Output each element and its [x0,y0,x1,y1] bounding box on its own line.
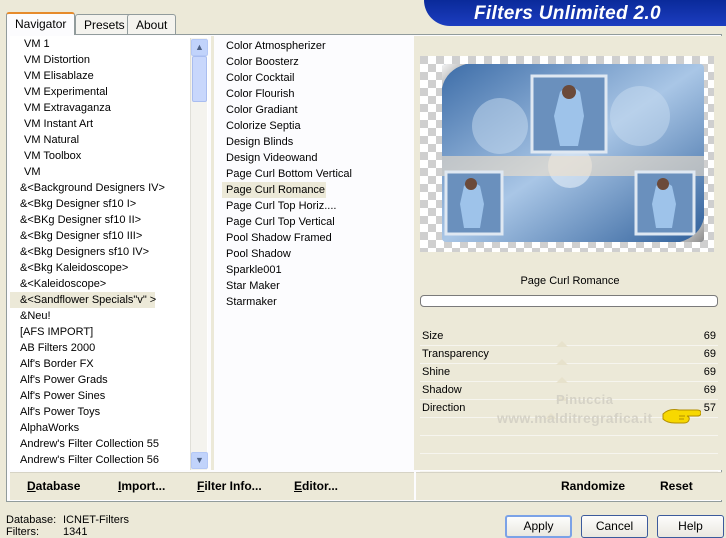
category-item[interactable]: &<BKg Designer sf10 II> [10,212,208,228]
cancel-button[interactable]: Cancel [581,515,648,538]
filter-item[interactable]: Color Boosterz [222,54,412,70]
watermark-name: Pinuccia [556,392,614,407]
category-item[interactable]: Alf's Power Grads [10,372,208,388]
scroll-down-arrow-icon[interactable]: ▼ [191,452,208,469]
filter-list[interactable]: Color Atmospherizer Color Boosterz Color C… [222,38,412,470]
param-row: Shine 69 [420,364,718,383]
category-item[interactable]: &<Kaleidoscope> [10,276,208,292]
filter-item[interactable]: Design Blinds [222,134,412,150]
database-button[interactable]: Database [27,479,80,493]
param-value: 69 [703,348,716,360]
empty-param-row [420,436,718,454]
category-item[interactable]: VM Elisablaze [10,68,208,84]
pointing-hand-icon [662,409,701,424]
filter-info-button[interactable]: Filter Info... [197,479,262,493]
help-button[interactable]: Help [657,515,724,538]
left-toolbar: Database Import... Filter Info... Editor… [10,472,414,500]
filter-item[interactable]: Page Curl Top Vertical [222,214,412,230]
param-name: Size [422,330,444,342]
empty-param-row [420,454,718,472]
param-value: 57 [703,402,716,414]
tab-presets[interactable]: Presets [75,14,134,34]
param-slider[interactable] [496,366,718,383]
filter-item[interactable]: Color Gradiant [222,102,412,118]
param-name: Transparency [422,348,489,360]
randomize-button[interactable]: Randomize [561,479,625,493]
param-name: Direction [422,402,466,414]
category-item[interactable]: VM Distortion [10,52,208,68]
category-item[interactable]: Andrew's Filter Collection 55 [10,436,208,452]
filter-item[interactable]: Design Videowand [222,150,412,166]
category-item[interactable]: VM 1 [10,36,208,52]
list-divider [211,36,214,470]
category-item[interactable]: Alf's Power Sines [10,388,208,404]
param-slider[interactable] [496,348,718,365]
filter-item[interactable]: Star Maker [222,278,412,294]
progress-bar [420,295,718,307]
banner-title: Filters Unlimited 2.0 [474,3,661,24]
category-item[interactable]: &<Sandflower Specials"v" > [10,292,156,308]
category-item[interactable]: VM Extravaganza [10,100,208,116]
filter-item[interactable]: Color Atmospherizer [222,38,412,54]
reset-button[interactable]: Reset [660,479,693,493]
filter-item[interactable]: Pool Shadow Framed [222,230,412,246]
filter-item[interactable]: Starmaker [222,294,412,310]
category-item[interactable]: Alf's Power Toys [10,404,208,420]
status-area: Database: ICNET-Filters Filters: 1341 [6,514,129,538]
import-button[interactable]: Import... [118,479,165,493]
category-item[interactable]: &<Bkg Kaleidoscope> [10,260,208,276]
tab-about[interactable]: About [127,14,177,34]
category-item[interactable]: VM Toolbox [10,148,208,164]
category-scrollbar[interactable]: ▲ ▼ [190,38,208,470]
category-item[interactable]: VM Experimental [10,84,208,100]
filters-count: 1341 [63,526,88,538]
tab-navigator[interactable]: Navigator [6,12,76,35]
category-item[interactable]: Andrew's Filter Collection 56 [10,452,208,468]
database-label: Database: [6,514,57,526]
category-item[interactable]: Alf's Border FX [10,356,208,372]
filter-item[interactable]: Page Curl Romance [222,182,326,198]
category-item[interactable]: &<Bkg Designers sf10 IV> [10,244,208,260]
watermark-url: www.malditregrafica.it [497,410,653,426]
filter-item[interactable]: Page Curl Top Horiz.... [222,198,412,214]
category-item[interactable]: AlphaWorks [10,420,208,436]
category-item[interactable]: &<Bkg Designer sf10 I> [10,196,208,212]
param-value: 69 [703,366,716,378]
category-item[interactable]: VM [10,164,208,180]
filter-item[interactable]: Colorize Septia [222,118,412,134]
param-value: 69 [703,330,716,342]
param-row: Size 69 [420,328,718,347]
filter-item[interactable]: Sparkle001 [222,262,412,278]
title-banner: Filters Unlimited 2.0 [424,0,726,26]
filter-item[interactable]: Pool Shadow [222,246,412,262]
database-value: ICNET-Filters [63,514,129,526]
selected-filter-name: Page Curl Romance [520,275,620,287]
right-toolbar: Randomize Reset [416,472,722,500]
editor-button[interactable]: Editor... [294,479,338,493]
scroll-up-arrow-icon[interactable]: ▲ [191,39,208,56]
apply-button[interactable]: Apply [505,515,572,538]
filter-item[interactable]: Color Cocktail [222,70,412,86]
filters-label: Filters: [6,526,39,538]
category-item[interactable]: VM Instant Art [10,116,208,132]
param-value: 69 [703,384,716,396]
param-row: Transparency 69 [420,346,718,365]
category-item[interactable]: [AFS IMPORT] [10,324,208,340]
category-item[interactable]: &<Bkg Designer sf10 III> [10,228,208,244]
filter-item[interactable]: Color Flourish [222,86,412,102]
category-list[interactable]: VM 1 VM Distortion VM Elisablaze VM Experim… [10,36,208,470]
preview-image[interactable] [420,56,714,252]
category-item[interactable]: &Neu! [10,308,208,324]
param-name: Shine [422,366,451,378]
category-item[interactable]: AB Filters 2000 [10,340,208,356]
scroll-thumb[interactable] [192,56,207,102]
param-name: Shadow [422,384,462,396]
param-slider[interactable] [496,330,718,347]
category-item[interactable]: VM Natural [10,132,208,148]
category-item[interactable]: &<Background Designers IV> [10,180,208,196]
filter-item[interactable]: Page Curl Bottom Vertical [222,166,412,182]
